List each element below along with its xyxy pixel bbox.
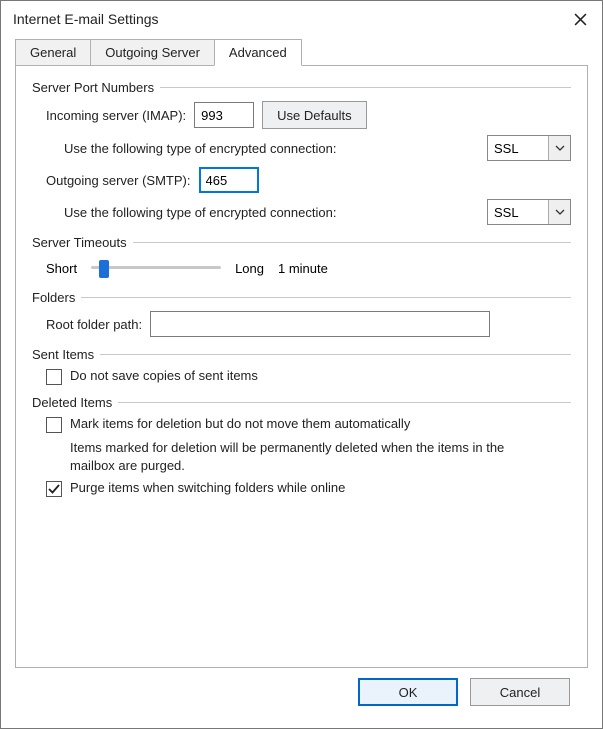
row-root-folder: Root folder path: <box>46 311 571 337</box>
incoming-encryption-value: SSL <box>488 141 548 156</box>
timeout-slider[interactable] <box>91 256 221 280</box>
check-icon <box>48 483 60 495</box>
row-purge-on-switch: Purge items when switching folders while… <box>46 480 571 497</box>
timeout-short-label: Short <box>46 261 77 276</box>
outgoing-server-label: Outgoing server (SMTP): <box>46 173 191 188</box>
group-deleted-items: Deleted Items <box>32 395 571 410</box>
incoming-encryption-label: Use the following type of encrypted conn… <box>64 141 336 156</box>
ok-button[interactable]: OK <box>358 678 458 706</box>
dont-save-sent-checkbox[interactable] <box>46 369 62 385</box>
group-label: Server Port Numbers <box>32 80 154 95</box>
separator <box>100 354 571 355</box>
row-outgoing-port: Outgoing server (SMTP): <box>46 167 571 193</box>
dont-save-sent-label: Do not save copies of sent items <box>70 368 258 383</box>
slider-track <box>91 266 221 269</box>
group-server-port-numbers: Server Port Numbers <box>32 80 571 95</box>
dialog-window: Internet E-mail Settings General Outgoin… <box>0 0 603 729</box>
chevron-down-icon <box>555 145 565 151</box>
separator <box>133 242 571 243</box>
row-timeout-slider: Short Long 1 minute <box>46 256 571 280</box>
content-area: General Outgoing Server Advanced Server … <box>1 35 602 728</box>
close-button[interactable] <box>568 7 592 31</box>
outgoing-encryption-label: Use the following type of encrypted conn… <box>64 205 336 220</box>
purge-on-switch-label: Purge items when switching folders while… <box>70 480 345 495</box>
group-server-timeouts: Server Timeouts <box>32 235 571 250</box>
mark-for-deletion-label: Mark items for deletion but do not move … <box>70 416 410 431</box>
tab-panel-advanced: Server Port Numbers Incoming server (IMA… <box>15 65 588 668</box>
outgoing-encryption-value: SSL <box>488 205 548 220</box>
group-sent-items: Sent Items <box>32 347 571 362</box>
group-label: Sent Items <box>32 347 94 362</box>
timeout-long-label: Long <box>235 261 264 276</box>
dropdown-button[interactable] <box>548 136 570 160</box>
dialog-footer: OK Cancel <box>15 668 588 718</box>
row-incoming-encryption: Use the following type of encrypted conn… <box>64 135 571 161</box>
timeout-value-text: 1 minute <box>278 261 328 276</box>
purge-on-switch-checkbox[interactable] <box>46 481 62 497</box>
tab-outgoing-server[interactable]: Outgoing Server <box>90 39 215 66</box>
separator <box>118 402 571 403</box>
tabstrip: General Outgoing Server Advanced <box>15 39 588 66</box>
incoming-port-input[interactable] <box>194 102 254 128</box>
mark-for-deletion-checkbox[interactable] <box>46 417 62 433</box>
separator <box>81 297 571 298</box>
root-folder-label: Root folder path: <box>46 317 142 332</box>
tab-general[interactable]: General <box>15 39 91 66</box>
row-mark-for-deletion: Mark items for deletion but do not move … <box>46 416 571 433</box>
titlebar: Internet E-mail Settings <box>1 1 602 35</box>
use-defaults-button[interactable]: Use Defaults <box>262 101 366 129</box>
root-folder-input[interactable] <box>150 311 490 337</box>
window-title: Internet E-mail Settings <box>13 11 159 27</box>
group-folders: Folders <box>32 290 571 305</box>
group-label: Folders <box>32 290 75 305</box>
outgoing-port-input[interactable] <box>199 167 259 193</box>
incoming-encryption-select[interactable]: SSL <box>487 135 571 161</box>
chevron-down-icon <box>555 209 565 215</box>
incoming-server-label: Incoming server (IMAP): <box>46 108 186 123</box>
row-dont-save-sent: Do not save copies of sent items <box>46 368 571 385</box>
group-label: Deleted Items <box>32 395 112 410</box>
outgoing-encryption-select[interactable]: SSL <box>487 199 571 225</box>
close-icon <box>574 13 587 26</box>
row-outgoing-encryption: Use the following type of encrypted conn… <box>64 199 571 225</box>
cancel-button[interactable]: Cancel <box>470 678 570 706</box>
deletion-note: Items marked for deletion will be perman… <box>70 439 550 474</box>
dropdown-button[interactable] <box>548 200 570 224</box>
tab-advanced[interactable]: Advanced <box>214 39 302 66</box>
separator <box>160 87 571 88</box>
group-label: Server Timeouts <box>32 235 127 250</box>
row-incoming-port: Incoming server (IMAP): Use Defaults <box>46 101 571 129</box>
slider-thumb[interactable] <box>99 260 109 278</box>
